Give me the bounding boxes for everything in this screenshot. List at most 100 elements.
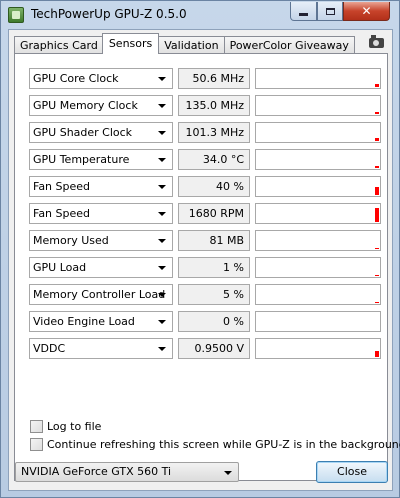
sensor-graph-bar [375, 208, 379, 222]
sensor-row: GPU Shader Clock 101.3 MHz [29, 122, 381, 143]
sensor-graph [255, 338, 381, 359]
sensor-graph [255, 230, 381, 251]
sensor-row: GPU Memory Clock 135.0 MHz [29, 95, 381, 116]
sensor-graph-bar [375, 248, 379, 249]
sensor-select[interactable]: VDDC [29, 338, 173, 359]
sensor-select[interactable]: GPU Core Clock [29, 68, 173, 89]
sensors-panel: GPU Core Clock 50.6 MHz GPU Memory Clock 13… [14, 53, 400, 481]
sensor-select[interactable]: GPU Memory Clock [29, 95, 173, 116]
sensor-graph [255, 257, 381, 278]
sensor-value: 5 % [178, 284, 250, 305]
sensor-row: Fan Speed 1680 RPM [29, 203, 381, 224]
maximize-icon [325, 7, 335, 15]
sensor-row: Video Engine Load 0 % [29, 311, 381, 332]
close-icon: ✕ [361, 4, 372, 18]
sensor-label: GPU Load [33, 261, 87, 274]
chevron-down-icon [158, 77, 166, 81]
chevron-down-icon [158, 131, 166, 135]
sensor-value: 40 % [178, 176, 250, 197]
sensor-graph-bar [375, 166, 379, 168]
tab-powercolor-giveaway[interactable]: PowerColor Giveaway [223, 36, 355, 54]
gpu-select-dropdown[interactable]: NVIDIA GeForce GTX 560 Ti [15, 462, 239, 482]
sensor-value: 81 MB [178, 230, 250, 251]
sensor-select[interactable]: GPU Temperature [29, 149, 173, 170]
chevron-down-icon [158, 104, 166, 108]
window-title: TechPowerUp GPU-Z 0.5.0 [31, 7, 187, 21]
sensor-value: 0 % [178, 311, 250, 332]
gpu-select-value: NVIDIA GeForce GTX 560 Ti [21, 465, 172, 478]
sensor-row: GPU Load 1 % [29, 257, 381, 278]
sensor-value: 0.9500 V [178, 338, 250, 359]
chevron-down-icon [158, 212, 166, 216]
sensor-graph-bar [375, 112, 379, 114]
continue-refresh-label[interactable]: Continue refreshing this screen while GP… [47, 438, 400, 451]
minimize-icon [299, 12, 308, 16]
sensor-row: GPU Temperature 34.0 °C [29, 149, 381, 170]
sensor-graph [255, 149, 381, 170]
close-button[interactable]: Close [316, 461, 388, 483]
log-to-file-checkbox[interactable] [30, 419, 43, 433]
camera-icon[interactable] [369, 35, 384, 48]
sensor-value: 50.6 MHz [178, 68, 250, 89]
sensor-row: Fan Speed 40 % [29, 176, 381, 197]
window-close-button[interactable]: ✕ [343, 2, 390, 21]
log-to-file-option[interactable]: Log to file [30, 419, 101, 433]
chevron-down-icon [158, 320, 166, 324]
sensor-graph [255, 176, 381, 197]
sensor-select[interactable]: Fan Speed [29, 176, 173, 197]
sensor-row: VDDC 0.9500 V [29, 338, 381, 359]
sensor-graph-bar [375, 351, 379, 357]
sensor-row: GPU Core Clock 50.6 MHz [29, 68, 381, 89]
client-area: Graphics Card Sensors Validation PowerCo… [8, 29, 400, 491]
sensor-select[interactable]: Memory Controller Load [29, 284, 173, 305]
sensor-value: 101.3 MHz [178, 122, 250, 143]
minimize-button[interactable] [290, 2, 317, 21]
sensor-select[interactable]: Video Engine Load [29, 311, 173, 332]
chevron-down-icon [158, 239, 166, 243]
sensor-label: VDDC [33, 342, 66, 355]
sensor-graph [255, 203, 381, 224]
tab-sensors[interactable]: Sensors [101, 33, 160, 54]
sensor-label: Fan Speed [33, 207, 91, 220]
sensor-graph [255, 95, 381, 116]
chevron-down-icon [158, 185, 166, 189]
sensor-value: 135.0 MHz [178, 95, 250, 116]
gpuz-window: TechPowerUp GPU-Z 0.5.0 ✕ Graphics Card … [0, 0, 400, 498]
sensor-label: Memory Controller Load [33, 288, 166, 301]
tab-validation[interactable]: Validation [158, 36, 225, 54]
sensor-label: Fan Speed [33, 180, 91, 193]
sensor-label: GPU Temperature [33, 153, 130, 166]
chevron-down-icon [158, 347, 166, 351]
sensor-graph [255, 122, 381, 143]
sensor-label: GPU Memory Clock [33, 99, 138, 112]
sensor-graph-bar [375, 138, 379, 141]
chevron-down-icon [224, 471, 232, 475]
sensor-label: Video Engine Load [33, 315, 135, 328]
maximize-button[interactable] [317, 2, 343, 21]
sensor-value: 34.0 °C [178, 149, 250, 170]
sensor-value: 1680 RPM [178, 203, 250, 224]
sensor-graph-bar [375, 302, 379, 303]
continue-refresh-checkbox[interactable] [30, 437, 43, 451]
sensor-value: 1 % [178, 257, 250, 278]
sensor-graph [255, 284, 381, 305]
log-to-file-label[interactable]: Log to file [47, 420, 101, 433]
sensor-select[interactable]: GPU Shader Clock [29, 122, 173, 143]
sensor-graph-bar [375, 275, 379, 276]
sensor-select[interactable]: GPU Load [29, 257, 173, 278]
tab-strip: Graphics Card Sensors Validation PowerCo… [14, 33, 355, 54]
gpuz-app-icon[interactable] [8, 7, 24, 23]
continue-refresh-option[interactable]: Continue refreshing this screen while GP… [30, 437, 400, 451]
sensor-graph [255, 68, 381, 89]
tab-graphics-card[interactable]: Graphics Card [14, 36, 104, 54]
sensor-graph-bar [375, 187, 379, 195]
sensor-select[interactable]: Memory Used [29, 230, 173, 251]
sensor-select[interactable]: Fan Speed [29, 203, 173, 224]
sensor-row: Memory Controller Load 5 % [29, 284, 381, 305]
title-bar[interactable]: TechPowerUp GPU-Z 0.5.0 ✕ [1, 1, 399, 29]
sensor-label: Memory Used [33, 234, 109, 247]
chevron-down-icon [158, 293, 166, 297]
chevron-down-icon [158, 266, 166, 270]
sensor-graph-bar [375, 84, 379, 87]
sensor-label: GPU Shader Clock [33, 126, 133, 139]
